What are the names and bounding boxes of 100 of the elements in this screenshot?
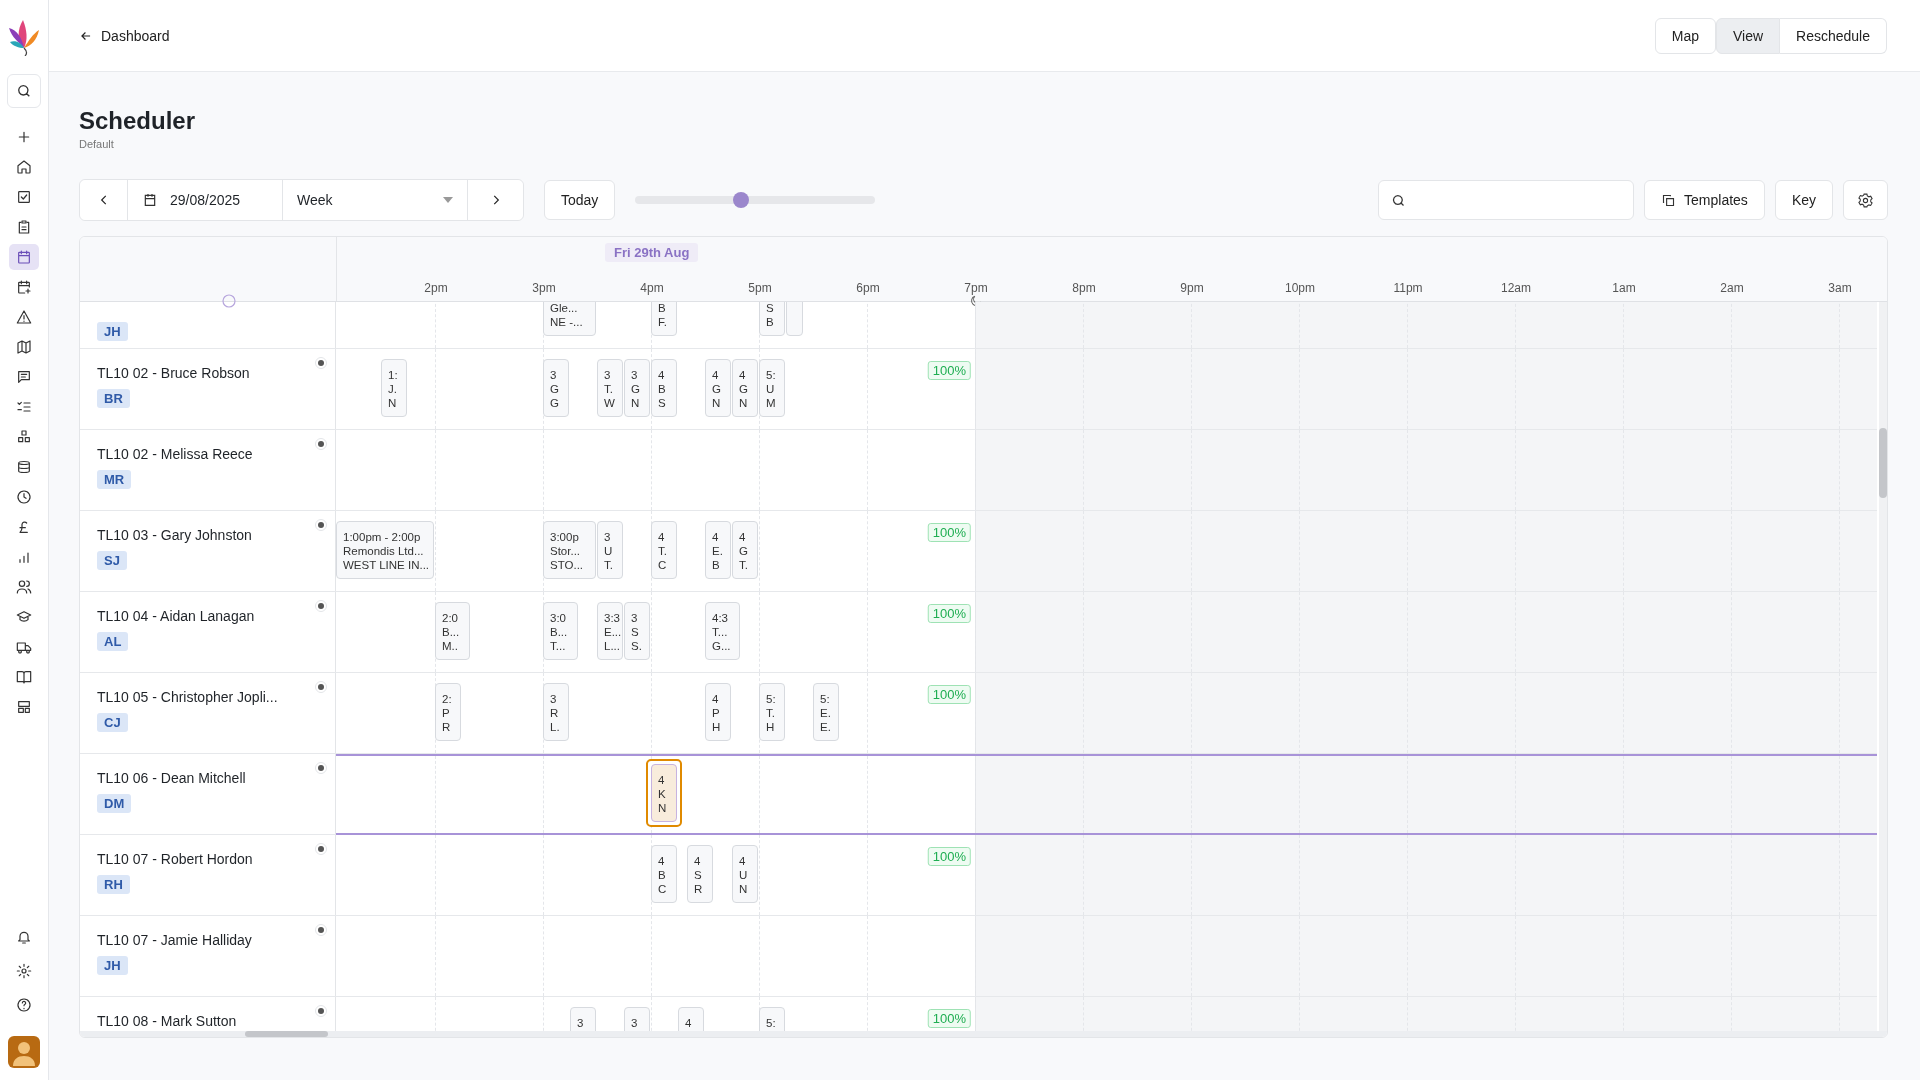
job-card[interactable]: 5: E. E. — [813, 683, 839, 741]
initials-badge: JH — [97, 956, 128, 975]
initials-badge: MR — [97, 470, 132, 489]
utilisation-badge: 100% — [927, 361, 971, 380]
search-icon — [16, 83, 32, 99]
initials-badge: DM — [97, 794, 132, 813]
job-card[interactable]: Gle... NE -... — [543, 302, 596, 336]
job-card[interactable]: 2:0 B... M.. — [435, 602, 470, 660]
job-card[interactable]: 5: T. H — [759, 683, 785, 741]
status-icon — [315, 762, 327, 774]
copy-icon — [1661, 192, 1677, 208]
hour-label: 10pm — [1285, 281, 1315, 295]
users-icon — [16, 579, 32, 595]
job-card[interactable]: 4 K N — [651, 764, 677, 822]
page-title: Scheduler — [79, 106, 197, 136]
resource-name: TL10 07 - Robert Hordon — [97, 851, 254, 867]
hour-label: 6pm — [856, 281, 880, 295]
job-card[interactable]: 1:00pm - 2:00p Remondis Ltd... WEST LINE IN... — [336, 521, 434, 579]
circle-icon — [222, 294, 236, 308]
hour-label: 1am — [1612, 281, 1636, 295]
job-card[interactable]: 4 U N — [732, 845, 758, 903]
hour-label: 3am — [1828, 281, 1852, 295]
settings-icon — [16, 963, 32, 979]
zoom-slider[interactable] — [635, 192, 876, 208]
plus-icon — [16, 129, 32, 145]
status-icon — [315, 924, 327, 936]
job-card[interactable]: 3 — [624, 1007, 650, 1031]
job-card[interactable]: 1: J. N — [381, 359, 407, 417]
job-card[interactable]: 3:00p Stor... STO... — [543, 521, 596, 579]
job-card[interactable]: 4 T. C — [651, 521, 677, 579]
view-button[interactable]: View — [1715, 17, 1781, 54]
job-card[interactable]: 5: U M — [759, 359, 785, 417]
job-card[interactable]: 5: — [759, 1007, 785, 1031]
job-card[interactable]: 4 P H — [705, 683, 731, 741]
task-icon — [16, 189, 32, 205]
status-icon — [315, 1005, 327, 1017]
job-card[interactable]: 3 S S. — [624, 602, 650, 660]
hour-label: 8pm — [1072, 281, 1096, 295]
job-card[interactable]: S B — [759, 302, 785, 336]
job-card[interactable]: 3:0 B... T... — [543, 602, 578, 660]
boxes-icon — [16, 429, 32, 445]
resource-name: TL10 05 - Christopher Jopli... — [97, 689, 279, 705]
utilisation-badge: 100% — [927, 523, 971, 542]
job-card[interactable]: B F. — [651, 302, 677, 336]
status-icon — [315, 600, 327, 612]
initials-badge: RH — [97, 875, 130, 894]
job-card[interactable]: 4 E. B — [705, 521, 731, 579]
job-card[interactable]: 3 — [570, 1007, 596, 1031]
caret-down-icon — [443, 197, 453, 203]
job-card[interactable]: 2: P R — [435, 683, 461, 741]
avatar[interactable] — [8, 1036, 40, 1068]
job-card[interactable]: 4 — [678, 1007, 704, 1031]
job-card[interactable]: 3 G N — [624, 359, 650, 417]
key-button[interactable]: Key — [1774, 180, 1833, 220]
clock-icon — [16, 489, 32, 505]
job-card[interactable]: 4 G N — [705, 359, 731, 417]
scrollbar-thumb[interactable] — [245, 1031, 328, 1037]
job-card[interactable]: 4 G T. — [732, 521, 758, 579]
job-card[interactable]: 4 B C — [651, 845, 677, 903]
job-card[interactable]: 3 R L. — [543, 683, 569, 741]
calendar-icon — [142, 192, 158, 208]
search-button[interactable] — [7, 74, 41, 108]
utilisation-badge: 100% — [927, 847, 971, 866]
view-button[interactable]: Map — [1654, 17, 1716, 54]
clipboard-icon — [16, 219, 32, 235]
hour-label: 9pm — [1180, 281, 1204, 295]
calendar-plus-icon — [16, 279, 32, 295]
scrollbar-thumb[interactable] — [1879, 428, 1887, 498]
graduation-cap-icon — [16, 609, 32, 625]
list-icon — [16, 399, 32, 415]
warning-icon — [16, 309, 32, 325]
resource-name: TL10 02 - Melissa Reece — [97, 446, 254, 462]
bell-icon — [16, 929, 32, 945]
templates-button[interactable]: Templates — [1644, 180, 1765, 220]
resource-name: TL10 08 - Mark Sutton — [97, 1013, 238, 1029]
settings-icon — [1857, 191, 1874, 209]
resource-name: TL10 02 - Bruce Robson — [97, 365, 251, 381]
job-card[interactable]: 4 B S — [651, 359, 677, 417]
job-card[interactable]: 4 G N — [732, 359, 758, 417]
utilisation-badge: 100% — [927, 685, 971, 704]
today-button[interactable]: Today — [544, 180, 616, 220]
job-card[interactable]: 3:3 E... L... — [597, 602, 623, 660]
search-field[interactable] — [1378, 180, 1635, 220]
nav-button[interactable] — [9, 244, 39, 270]
back-link[interactable]: Dashboard — [79, 27, 170, 44]
utilisation-badge: 100% — [927, 1009, 971, 1028]
job-card[interactable]: 3 U T. — [597, 521, 623, 579]
job-card[interactable]: 3 T. W — [597, 359, 623, 417]
logo-icon — [9, 18, 39, 56]
hour-label: 4pm — [640, 281, 664, 295]
view-button[interactable]: Reschedule — [1780, 17, 1887, 54]
date-label: Fri 29th Aug — [605, 243, 699, 262]
job-card[interactable]: 3 G G — [543, 359, 569, 417]
job-card[interactable]: 4:3 T... G... — [705, 602, 740, 660]
status-icon — [315, 357, 327, 369]
job-card[interactable]: 4 S R — [687, 845, 713, 903]
calendar-icon — [16, 249, 32, 265]
hour-label: 5pm — [748, 281, 772, 295]
settings-button[interactable] — [1843, 180, 1888, 220]
truck-icon — [16, 639, 32, 655]
